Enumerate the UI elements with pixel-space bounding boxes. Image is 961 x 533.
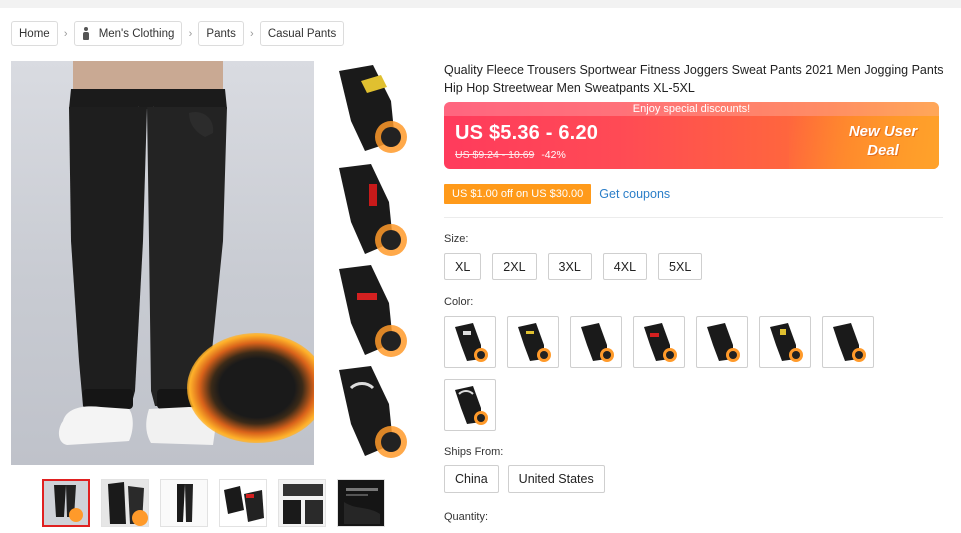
color-swatch-2[interactable] bbox=[507, 316, 559, 368]
pants-flatlay-picture bbox=[220, 480, 266, 526]
product-title: Quality Fleece Trousers Sportwear Fitnes… bbox=[444, 63, 944, 95]
fabric-closeup-picture bbox=[338, 480, 384, 526]
swatch-picture bbox=[518, 323, 551, 362]
main-product-image[interactable] bbox=[11, 61, 314, 465]
quantity-label: Quantity: bbox=[444, 511, 489, 523]
current-price: US $5.36 - 6.20 bbox=[455, 122, 599, 144]
size-option-xl[interactable]: XL bbox=[444, 253, 482, 280]
size-option-4xl[interactable]: 4XL bbox=[602, 253, 648, 280]
color-swatch-8[interactable] bbox=[444, 379, 496, 431]
size-option-5xl[interactable]: 5XL bbox=[658, 253, 703, 280]
new-user-deal-badge: New User Deal bbox=[841, 122, 925, 160]
ships-from-united-states[interactable]: United States bbox=[507, 465, 605, 493]
breadcrumb-pants[interactable]: Pants bbox=[198, 21, 244, 46]
price-banner: Enjoy special discounts! US $5.36 - 6.20… bbox=[444, 102, 939, 169]
swatch-picture bbox=[581, 323, 614, 362]
swatch-picture bbox=[707, 323, 740, 362]
swatch-picture bbox=[770, 323, 803, 362]
side-variant-image[interactable] bbox=[321, 61, 417, 159]
original-price-row: US $9.24 - 10.69 -42% bbox=[455, 149, 566, 161]
thumbnail-1[interactable] bbox=[42, 479, 90, 527]
breadcrumb-mens-clothing[interactable]: Men's Clothing bbox=[73, 21, 183, 46]
get-coupons-link[interactable]: Get coupons bbox=[599, 187, 670, 201]
thumbnail-4[interactable] bbox=[219, 479, 267, 527]
color-swatches bbox=[444, 316, 884, 431]
breadcrumb-home[interactable]: Home bbox=[11, 21, 58, 46]
discount-strip: Enjoy special discounts! bbox=[444, 102, 939, 116]
folded-pants-picture bbox=[339, 366, 407, 458]
size-option-2xl[interactable]: 2XL bbox=[492, 253, 537, 280]
top-strip bbox=[0, 0, 961, 8]
breadcrumb-casual-pants[interactable]: Casual Pants bbox=[259, 21, 345, 46]
side-variant-image[interactable] bbox=[321, 162, 417, 260]
deal-badge-line1: New User bbox=[848, 123, 918, 140]
breadcrumb-separator: › bbox=[188, 27, 193, 40]
size-option-3xl[interactable]: 3XL bbox=[547, 253, 592, 280]
breadcrumb-separator: › bbox=[249, 27, 254, 40]
side-variant-gallery bbox=[321, 61, 419, 465]
fleece-flame-graphic bbox=[187, 333, 314, 443]
swatch-picture bbox=[455, 323, 488, 362]
folded-pants-picture bbox=[339, 65, 407, 153]
pants-front-picture bbox=[161, 480, 207, 526]
breadcrumb-separator: › bbox=[63, 27, 68, 40]
color-swatch-5[interactable] bbox=[696, 316, 748, 368]
thumbnail-strip bbox=[42, 479, 385, 527]
breadcrumb: Home › Men's Clothing › Pants › Casual P… bbox=[11, 21, 345, 46]
swatch-picture bbox=[455, 386, 488, 425]
thumbnail-6[interactable] bbox=[337, 479, 385, 527]
color-swatch-3[interactable] bbox=[570, 316, 622, 368]
divider bbox=[444, 217, 943, 218]
size-label: Size: bbox=[444, 233, 469, 245]
color-label: Color: bbox=[444, 296, 474, 308]
ships-from-china[interactable]: China bbox=[444, 465, 499, 493]
folded-pants-picture bbox=[339, 164, 407, 256]
thumbnail-2[interactable] bbox=[101, 479, 149, 527]
side-variant-image[interactable] bbox=[321, 263, 417, 361]
color-swatch-7[interactable] bbox=[822, 316, 874, 368]
coupon-badge[interactable]: US $1.00 off on US $30.00 bbox=[444, 184, 592, 204]
color-swatch-1[interactable] bbox=[444, 316, 496, 368]
coupon-row: US $1.00 off on US $30.00 Get coupons bbox=[444, 184, 670, 204]
deal-badge-line2: Deal bbox=[867, 142, 899, 159]
thumbnail-3[interactable] bbox=[160, 479, 208, 527]
ships-from-options: China United States bbox=[444, 465, 605, 493]
color-swatch-6[interactable] bbox=[759, 316, 811, 368]
original-price: US $9.24 - 10.69 bbox=[455, 149, 535, 161]
color-swatch-4[interactable] bbox=[633, 316, 685, 368]
size-options: XL 2XL 3XL 4XL 5XL bbox=[444, 253, 703, 280]
thumbnail-5[interactable] bbox=[278, 479, 326, 527]
pants-collage-picture bbox=[279, 480, 325, 526]
jogger-pants-picture bbox=[44, 481, 88, 525]
ships-from-label: Ships From: bbox=[444, 446, 504, 458]
discount-percent: -42% bbox=[541, 149, 566, 161]
folded-pants-picture bbox=[339, 265, 407, 357]
swatch-picture bbox=[644, 323, 677, 362]
person-icon bbox=[82, 27, 90, 40]
swatch-picture bbox=[833, 323, 866, 362]
side-variant-image[interactable] bbox=[321, 364, 417, 462]
pants-detail-picture bbox=[102, 480, 148, 526]
